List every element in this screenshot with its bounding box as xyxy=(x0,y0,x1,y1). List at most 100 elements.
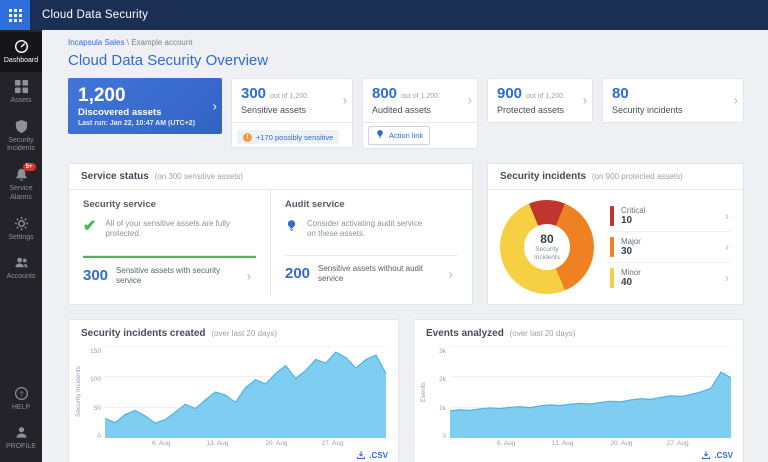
breadcrumb-current: Example account xyxy=(131,38,192,47)
badge-text: Action link xyxy=(389,131,423,140)
legend-value: 10 xyxy=(621,215,645,226)
area-chart xyxy=(105,346,386,438)
chevron-right-icon[interactable]: › xyxy=(449,267,453,280)
action-link[interactable]: Action link xyxy=(368,126,430,145)
stat-total: out of 1,200 xyxy=(270,93,307,100)
panel-header: Security incidents (on 900 protected ass… xyxy=(488,164,743,190)
donut-center-label: Security Incidents xyxy=(528,246,566,262)
stat-value: 800 xyxy=(372,86,397,103)
status-message: Consider activating audit service on the… xyxy=(307,219,432,241)
stat-value: 300 xyxy=(83,267,108,284)
chevron-right-icon[interactable]: › xyxy=(725,240,729,254)
topbar: Cloud Data Security xyxy=(0,0,768,30)
stat-value: 80 xyxy=(612,86,629,103)
assets-icon xyxy=(14,79,29,94)
incidents-donut: 80 Security Incidents xyxy=(500,200,594,294)
svg-text:?: ? xyxy=(19,389,23,398)
security-service-stat-link[interactable]: 300 Sensitive assets with security servi… xyxy=(83,266,256,287)
chevron-right-icon[interactable]: › xyxy=(247,269,251,282)
stat-card-sensitive-assets[interactable]: 300 out of 1,200 Sensitive assets › ! +1… xyxy=(231,78,353,148)
app-title: Cloud Data Security xyxy=(42,9,148,21)
sidebar-item-label: Assets xyxy=(10,97,31,106)
chevron-right-icon[interactable]: › xyxy=(734,94,738,107)
sidebar-item-help[interactable]: ? HELP xyxy=(0,379,42,419)
gear-icon xyxy=(14,216,29,231)
service-status-panel: Service status (on 300 sensitive assets)… xyxy=(68,163,473,305)
sidebar-item-label: PROFILE xyxy=(6,443,36,452)
stat-label: Discovered assets xyxy=(78,107,202,118)
stat-card-security-incidents[interactable]: 80 Security incidents › xyxy=(602,78,744,123)
audit-service-stat-link[interactable]: 200 Sensitive assets without audit servi… xyxy=(285,264,458,285)
sidebar-item-label: Dashboard xyxy=(4,57,38,66)
chart-subtitle: (over last 20 days) xyxy=(510,329,576,338)
stat-value: 300 xyxy=(241,86,266,103)
sidebar-item-accounts[interactable]: Accounts xyxy=(0,248,42,288)
sidebar-item-label: HELP xyxy=(12,404,30,413)
legend-label: Major xyxy=(621,237,641,246)
warning-icon: ! xyxy=(243,133,252,142)
profile-icon xyxy=(14,425,29,440)
legend-item-minor[interactable]: Minor 40 › xyxy=(608,262,731,293)
app-launcher-button[interactable] xyxy=(0,0,30,30)
major-color-bar xyxy=(610,237,614,257)
breadcrumb-root-link[interactable]: Incapsula Sales xyxy=(68,38,124,47)
sidebar-item-label: Accounts xyxy=(7,273,36,282)
sidebar-item-service-alarms[interactable]: 5+ Service Alarms xyxy=(0,160,42,209)
panel-title: Security incidents xyxy=(500,171,586,182)
audit-service-column: Audit service Consider activating audit … xyxy=(270,190,472,297)
legend-item-critical[interactable]: Critical 10 › xyxy=(608,201,731,231)
chevron-right-icon[interactable]: › xyxy=(583,94,587,107)
area-chart xyxy=(450,346,731,438)
chevron-right-icon[interactable]: › xyxy=(468,94,472,107)
possibly-sensitive-link[interactable]: ! +170 possibly sensitive xyxy=(237,130,339,144)
download-icon xyxy=(701,450,711,462)
bell-icon: 5+ xyxy=(14,167,29,182)
chart-title: Security incidents created (over last 20… xyxy=(69,320,398,344)
incidents-created-chart-panel: Security incidents created (over last 20… xyxy=(68,319,399,462)
sidebar-item-security-incidents[interactable]: Security Incidents xyxy=(0,112,42,161)
sidebar-item-settings[interactable]: Settings xyxy=(0,209,42,249)
status-message: All of your sensitive assets are fully p… xyxy=(105,219,230,241)
dashboard-icon xyxy=(14,39,29,54)
csv-download-link[interactable]: .CSV xyxy=(356,450,388,462)
shield-icon xyxy=(14,119,29,134)
sidebar-item-assets[interactable]: Assets xyxy=(0,72,42,112)
protection-progress-bar xyxy=(83,256,256,258)
y-axis-ticks: 050100150 xyxy=(85,346,105,438)
breadcrumb-separator: \ xyxy=(127,38,129,47)
y-axis-label: Security incidents xyxy=(75,346,85,438)
sidebar-item-label: Settings xyxy=(8,234,33,243)
badge-text: +170 possibly sensitive xyxy=(256,133,333,142)
panel-title: Service status xyxy=(81,171,149,182)
donut-center: 80 Security Incidents xyxy=(524,224,570,270)
sidebar-item-dashboard[interactable]: Dashboard xyxy=(0,32,42,72)
sidebar: Dashboard Assets Security Incidents 5+ S… xyxy=(0,30,42,462)
stat-label: Sensitive assets xyxy=(241,105,336,115)
chart-title-text: Security incidents created xyxy=(81,328,206,339)
lightbulb-icon xyxy=(375,129,385,141)
stat-card-audited-assets[interactable]: 800 out of 1,200 Audited assets › Action… xyxy=(362,78,478,149)
column-heading: Security service xyxy=(83,199,256,210)
x-axis-ticks: 6. Aug13. Aug20. Aug27. Aug xyxy=(450,438,731,449)
chevron-right-icon[interactable]: › xyxy=(725,271,729,285)
legend-item-major[interactable]: Major 30 › xyxy=(608,231,731,262)
help-icon: ? xyxy=(14,386,29,401)
incidents-legend: Critical 10 › Major 30 › xyxy=(608,201,731,293)
legend-value: 30 xyxy=(621,246,641,257)
donut-center-value: 80 xyxy=(540,232,553,246)
chevron-right-icon[interactable]: › xyxy=(725,209,729,223)
stat-card-discovered-assets[interactable]: 1,200 Discovered assets Last run: Jan 22… xyxy=(68,78,222,134)
y-axis-label: Events xyxy=(420,346,430,438)
security-incidents-panel: Security incidents (on 900 protected ass… xyxy=(487,163,744,305)
sidebar-item-profile[interactable]: PROFILE xyxy=(0,418,42,462)
stat-total: out of 1,200 xyxy=(526,93,563,100)
legend-label: Minor xyxy=(621,268,641,277)
download-icon xyxy=(356,450,366,462)
critical-color-bar xyxy=(610,206,614,226)
chevron-right-icon[interactable]: › xyxy=(213,99,217,112)
stat-card-protected-assets[interactable]: 900 out of 1,200 Protected assets › xyxy=(487,78,593,123)
stat-value: 200 xyxy=(285,265,310,282)
chevron-right-icon[interactable]: › xyxy=(343,94,347,107)
csv-download-link[interactable]: .CSV xyxy=(701,450,733,462)
stat-label: Audited assets xyxy=(372,105,461,115)
